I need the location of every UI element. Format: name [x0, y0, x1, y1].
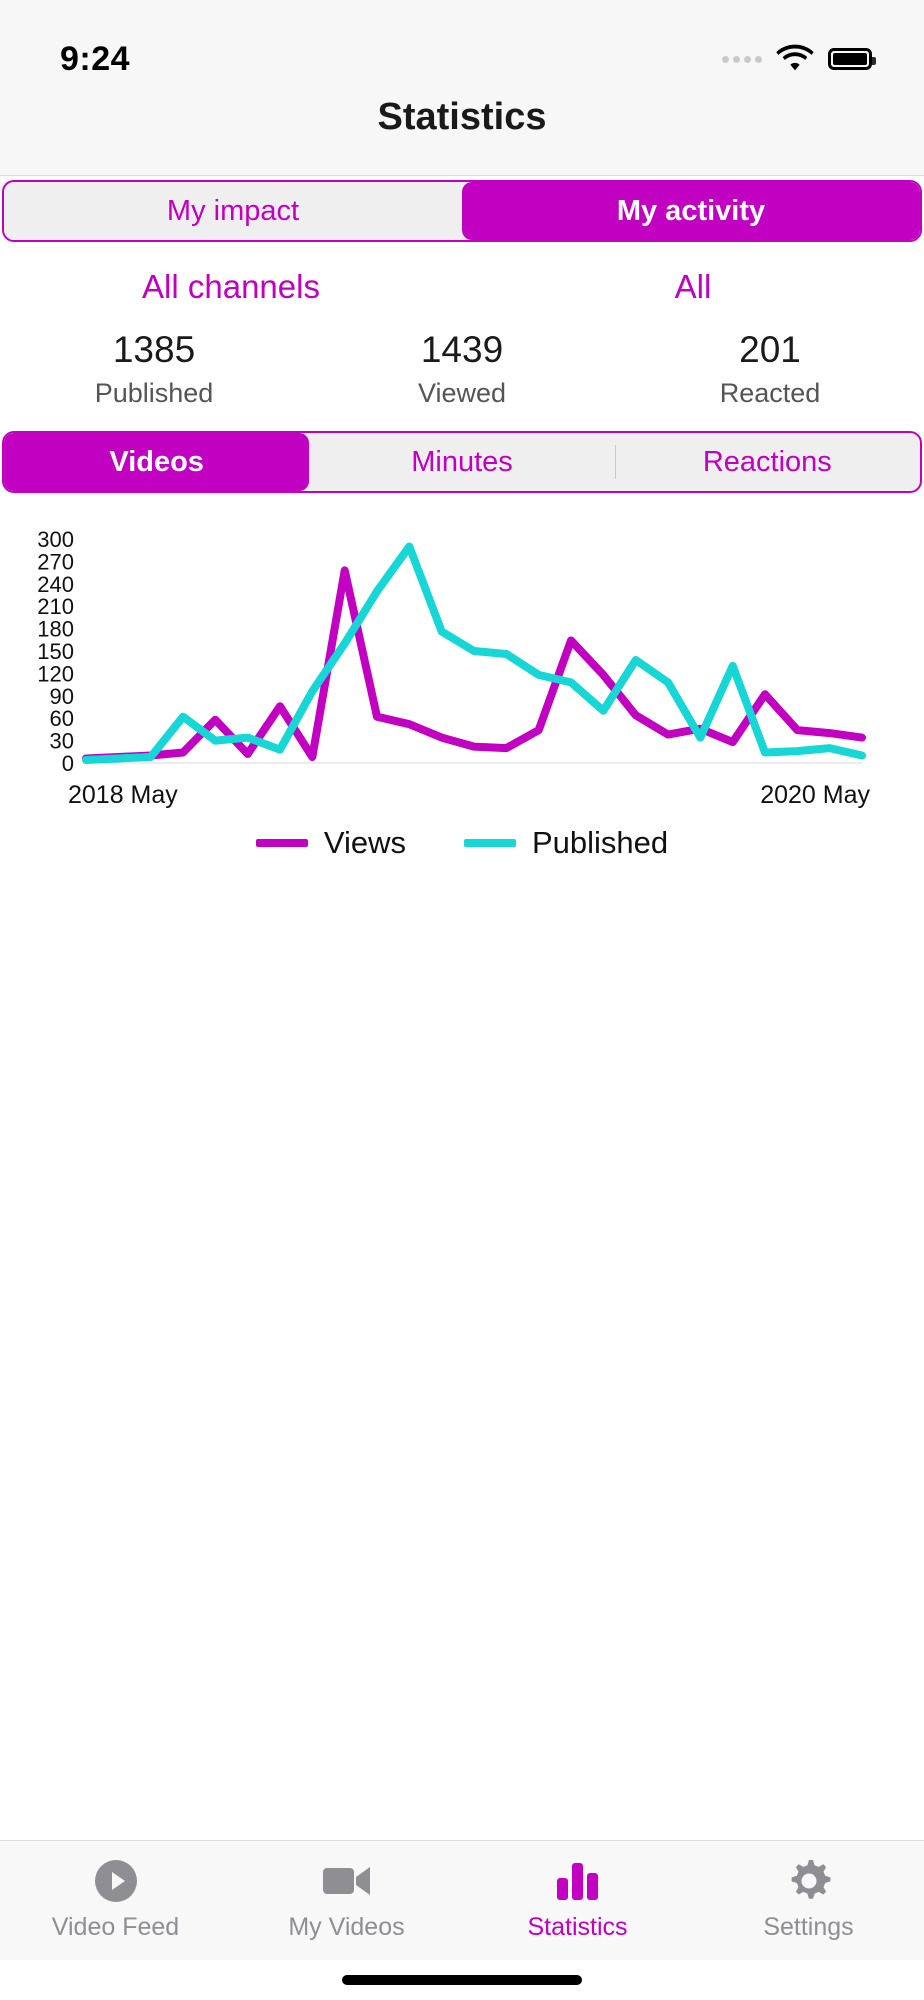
stat-viewed: 1439 Viewed [308, 328, 616, 409]
y-axis-tick: 120 [37, 662, 74, 687]
chart-legend: Views Published [0, 825, 924, 861]
gear-icon [786, 1859, 832, 1903]
stats-summary: 1385 Published 1439 Viewed 201 Reacted [0, 306, 924, 409]
page-title: Statistics [377, 96, 547, 138]
chart-x-axis-labels: 2018 May 2020 May [68, 781, 870, 809]
stat-reacted-label: Reacted [719, 378, 821, 409]
stat-reacted: 201 Reacted [616, 328, 924, 409]
bottom-tab-bar: Video Feed My Videos Statistics Settings [0, 1840, 924, 1960]
stat-viewed-label: Viewed [417, 378, 507, 409]
tab-statistics[interactable]: Statistics [462, 1859, 693, 1942]
tab-my-videos[interactable]: My Videos [231, 1859, 462, 1942]
tab-videos[interactable]: Videos [4, 433, 310, 492]
stat-reacted-value: 201 [739, 329, 801, 370]
home-indicator[interactable] [342, 1975, 582, 1985]
filter-channels-cell: All channels [0, 268, 462, 306]
y-axis-tick: 60 [50, 707, 74, 732]
y-axis-tick: 270 [37, 550, 74, 575]
legend-item-published: Published [463, 825, 669, 861]
battery-icon [828, 48, 876, 70]
x-axis-label-left: 2018 May [68, 781, 178, 809]
play-circle-icon [94, 1859, 138, 1903]
tab-reactions[interactable]: Reactions [614, 433, 920, 491]
x-axis-label-right: 2020 May [760, 781, 870, 809]
y-axis-tick: 150 [37, 639, 74, 664]
signal-dots-icon [722, 55, 762, 63]
activity-chart: 0 30 60 90 120 150 180 210 240 270 300 2018 May 202… [0, 521, 924, 861]
bar-chart-icon [555, 1859, 601, 1903]
nav-bar: Statistics [0, 96, 924, 176]
filter-period-cell: All [462, 268, 924, 306]
legend-swatch-published [463, 839, 516, 848]
tab-my-impact[interactable]: My impact [4, 182, 462, 240]
tab-settings[interactable]: Settings [693, 1859, 924, 1942]
legend-item-views: Views [255, 825, 406, 861]
y-axis-tick: 30 [50, 729, 74, 754]
chart-svg: 0306090120150180210240270300 2018 May 202… [37, 527, 870, 809]
legend-label-views: Views [323, 825, 406, 861]
stat-published-value: 1385 [112, 329, 196, 370]
y-axis-tick: 300 [37, 527, 74, 552]
metric-tabs: Videos Minutes Reactions [0, 409, 924, 494]
status-bar-indicators [722, 43, 876, 76]
stat-viewed-value: 1439 [420, 329, 504, 370]
y-axis-tick: 180 [37, 617, 74, 642]
y-axis-tick: 0 [62, 751, 74, 776]
tab-my-videos-label: My Videos [288, 1913, 405, 1941]
stat-published-label: Published [94, 378, 214, 409]
filter-all[interactable]: All [675, 268, 712, 305]
tab-statistics-label: Statistics [527, 1913, 628, 1941]
y-axis-tick: 210 [37, 595, 74, 620]
legend-swatch-views [255, 839, 308, 848]
wifi-icon [776, 43, 814, 76]
status-bar: 9:24 [0, 0, 924, 96]
filter-all-channels[interactable]: All channels [142, 268, 320, 305]
stat-published: 1385 Published [0, 328, 308, 409]
chart-series [82, 542, 866, 765]
tab-settings-label: Settings [763, 1913, 854, 1941]
video-camera-icon [322, 1859, 372, 1903]
status-bar-time: 9:24 [60, 39, 131, 78]
tab-minutes[interactable]: Minutes [309, 433, 614, 491]
y-axis-tick: 90 [50, 684, 74, 709]
app-screen: 9:24 Statistics My impact My activity Al… [0, 0, 924, 2000]
tab-my-activity[interactable]: My activity [462, 182, 920, 240]
tab-video-feed-label: Video Feed [51, 1913, 180, 1941]
filter-row: All channels All [0, 242, 924, 306]
y-axis-tick: 240 [37, 572, 74, 597]
tab-video-feed[interactable]: Video Feed [0, 1859, 231, 1942]
legend-label-published: Published [531, 825, 669, 861]
scope-tabs: My impact My activity [0, 176, 924, 242]
home-indicator-area [0, 1960, 924, 2000]
